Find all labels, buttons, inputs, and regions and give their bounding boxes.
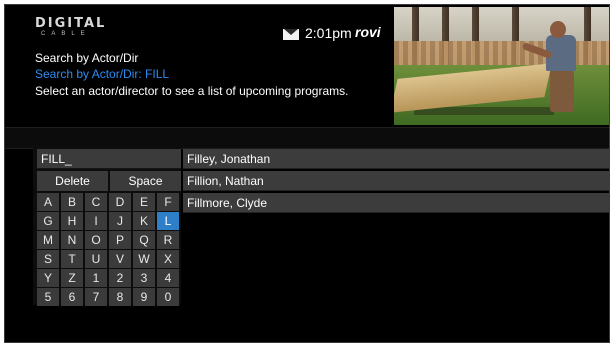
key-n[interactable]: N: [61, 231, 83, 249]
key-5[interactable]: 5: [37, 288, 59, 306]
key-f[interactable]: F: [157, 193, 179, 211]
key-8[interactable]: 8: [109, 288, 131, 306]
key-m[interactable]: M: [37, 231, 59, 249]
space-button[interactable]: Space: [110, 171, 181, 191]
key-c[interactable]: C: [85, 193, 107, 211]
key-7[interactable]: 7: [85, 288, 107, 306]
live-video-preview: [394, 7, 609, 125]
key-3[interactable]: 3: [133, 269, 155, 287]
key-d[interactable]: D: [109, 193, 131, 211]
key-u[interactable]: U: [85, 250, 107, 268]
instructions-text: Select an actor/director to see a list o…: [35, 84, 349, 98]
key-l[interactable]: L: [157, 212, 179, 230]
key-2[interactable]: 2: [109, 269, 131, 287]
rovi-logo: rovi: [355, 24, 381, 40]
clock-time: 2:01pm: [305, 25, 352, 41]
key-k[interactable]: K: [133, 212, 155, 230]
key-4[interactable]: 4: [157, 269, 179, 287]
key-y[interactable]: Y: [37, 269, 59, 287]
key-a[interactable]: A: [37, 193, 59, 211]
envelope-icon: [283, 29, 299, 40]
result-item[interactable]: Filley, Jonathan: [183, 149, 609, 169]
key-g[interactable]: G: [37, 212, 59, 230]
key-z[interactable]: Z: [61, 269, 83, 287]
key-0[interactable]: 0: [157, 288, 179, 306]
result-item[interactable]: Fillion, Nathan: [183, 171, 609, 191]
key-h[interactable]: H: [61, 212, 83, 230]
search-query-line: Search by Actor/Dir: FILL: [35, 67, 170, 81]
key-p[interactable]: P: [109, 231, 131, 249]
key-b[interactable]: B: [61, 193, 83, 211]
key-x[interactable]: X: [157, 250, 179, 268]
tv-guide-screen: DIGITAL CABLE 2:01pm rovi Search by Acto…: [4, 4, 610, 343]
key-6[interactable]: 6: [61, 288, 83, 306]
digital-cable-logo: DIGITAL CABLE: [35, 17, 106, 38]
worker-head: [550, 21, 566, 38]
logo-top-text: DIGITAL: [35, 16, 107, 31]
key-s[interactable]: S: [37, 250, 59, 268]
key-t[interactable]: T: [61, 250, 83, 268]
key-j[interactable]: J: [109, 212, 131, 230]
result-item[interactable]: Fillmore, Clyde: [183, 193, 609, 213]
key-i[interactable]: I: [85, 212, 107, 230]
key-9[interactable]: 9: [133, 288, 155, 306]
key-1[interactable]: 1: [85, 269, 107, 287]
key-q[interactable]: Q: [133, 231, 155, 249]
breadcrumb: Search by Actor/Dir: [35, 51, 139, 65]
search-input[interactable]: FILL_: [37, 149, 181, 169]
delete-button[interactable]: Delete: [37, 171, 108, 191]
logo-bottom-text: CABLE: [41, 31, 91, 37]
fence: [394, 41, 609, 65]
worker-legs: [550, 70, 574, 112]
key-e[interactable]: E: [133, 193, 155, 211]
onscreen-keyboard: FILL_ Delete Space ABCDEF GHIJKL MNOPQR STU…: [33, 145, 181, 306]
key-v[interactable]: V: [109, 250, 131, 268]
key-o[interactable]: O: [85, 231, 107, 249]
key-w[interactable]: W: [133, 250, 155, 268]
key-r[interactable]: R: [157, 231, 179, 249]
